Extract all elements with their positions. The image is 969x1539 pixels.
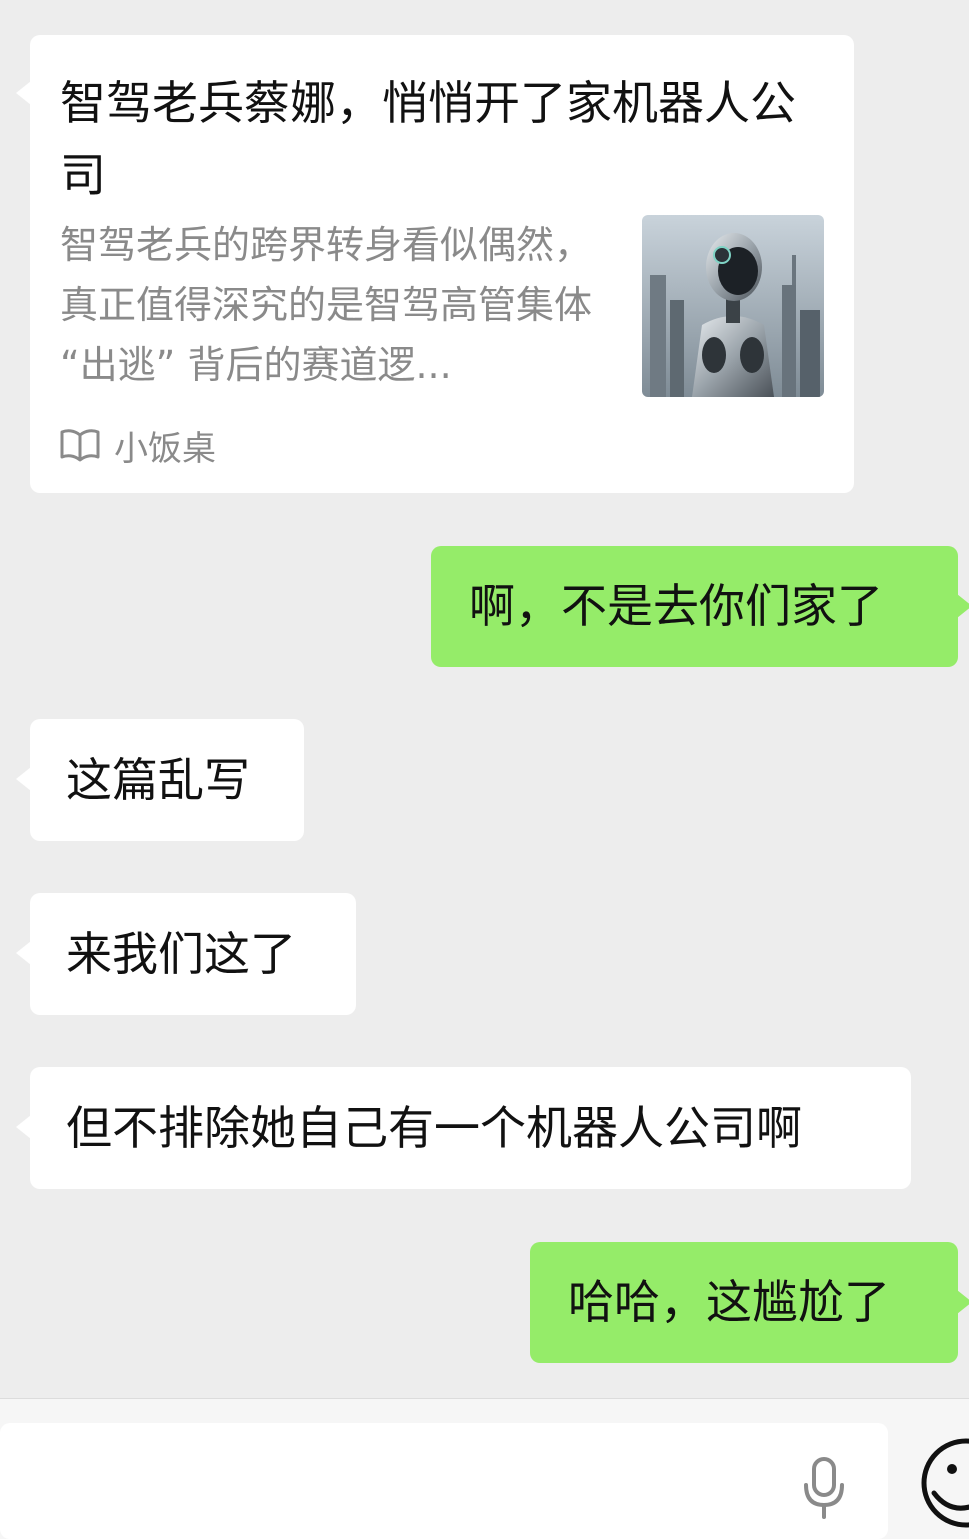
message-text: 这篇乱写: [66, 753, 250, 807]
outgoing-message-bubble[interactable]: 哈哈，这尴尬了: [530, 1242, 969, 1363]
article-description: 智驾老兵的跨界转身看似偶然，真正值得深究的是智驾高管集体 “出逃” 背后的赛道逻…: [60, 223, 593, 387]
incoming-message-bubble[interactable]: 但不排除她自己有一个机器人公司啊: [16, 1067, 911, 1189]
article-thumbnail: [642, 215, 824, 397]
bubble-tail: [957, 594, 969, 618]
message-text: 来我们这了: [66, 927, 296, 981]
bubble-tail: [16, 1115, 31, 1139]
message-text: 但不排除她自己有一个机器人公司啊: [66, 1101, 802, 1155]
bubble-tail: [957, 1290, 969, 1314]
message-text: 啊，不是去你们家了: [469, 579, 883, 633]
bubble-tail: [16, 767, 31, 791]
message-text: 哈哈，这尴尬了: [568, 1275, 890, 1329]
article-source-name: 小饭桌: [114, 428, 216, 469]
book-open-icon: [60, 429, 100, 462]
microphone-icon[interactable]: [800, 1457, 848, 1519]
article-source: 小饭桌: [60, 417, 216, 473]
incoming-message-bubble[interactable]: 来我们这了: [16, 893, 356, 1015]
bubble-tail: [16, 81, 31, 105]
article-title: 智驾老兵蔡娜，悄悄开了家机器人公司: [60, 76, 796, 202]
message-input[interactable]: [0, 1423, 888, 1539]
chat-input-bar: [0, 1398, 969, 1539]
article-card-bubble[interactable]: 智驾老兵蔡娜，悄悄开了家机器人公司 智驾老兵的跨界转身看似偶然，真正值得深究的是…: [16, 35, 854, 493]
emoji-icon[interactable]: [920, 1437, 969, 1537]
outgoing-message-bubble[interactable]: 啊，不是去你们家了: [431, 546, 969, 667]
incoming-message-bubble[interactable]: 这篇乱写: [16, 719, 304, 841]
bubble-tail: [16, 941, 31, 965]
